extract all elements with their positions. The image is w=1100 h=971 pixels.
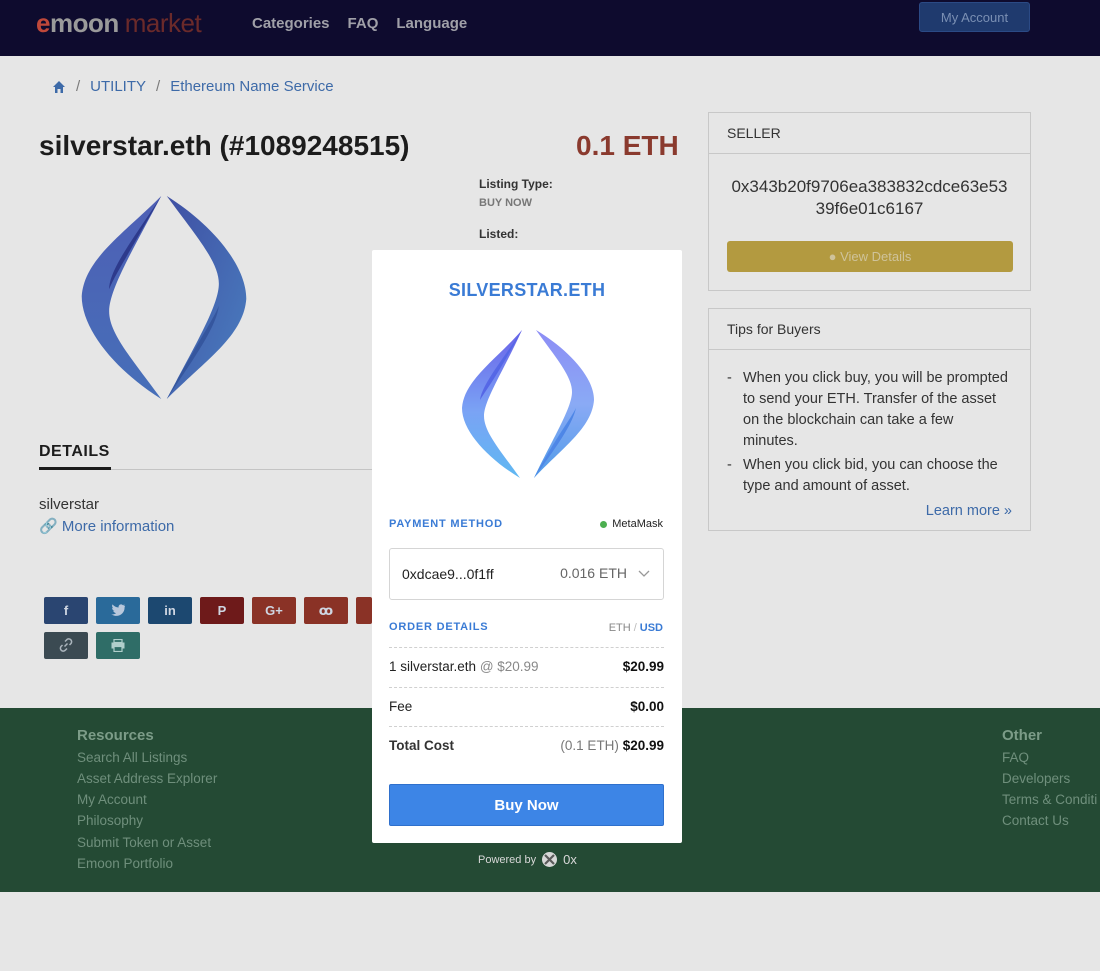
- footer-link[interactable]: Submit Token or Asset: [77, 835, 211, 850]
- line-item-amount: $20.99: [622, 659, 664, 674]
- listing-type-value: BUY NOW: [479, 197, 532, 209]
- share-extra-button[interactable]: [356, 597, 372, 624]
- currency-toggle: ETH / USD: [608, 622, 663, 634]
- breadcrumb-utility[interactable]: UTILITY: [90, 78, 146, 95]
- emoon-logo[interactable]: emoon market: [36, 8, 202, 39]
- seller-heading: SELLER: [709, 113, 1030, 154]
- share-copy-link-button[interactable]: [44, 632, 88, 659]
- tips-panel: Tips for Buyers When you click buy, you …: [708, 308, 1031, 531]
- seller-panel: SELLER 0x343b20f9706ea383832cdce63e5339f…: [708, 112, 1031, 291]
- details-underline: [39, 467, 111, 470]
- order-details-label: ORDER DETAILS: [389, 621, 489, 633]
- tips-heading: Tips for Buyers: [709, 309, 1030, 350]
- home-icon[interactable]: [52, 80, 66, 94]
- breadcrumb: / UTILITY / Ethereum Name Service: [52, 78, 334, 95]
- footer-link[interactable]: FAQ: [1002, 750, 1029, 765]
- list-item: When you click buy, you will be prompted…: [725, 368, 1012, 452]
- link-icon: [59, 638, 73, 652]
- listing-title: silverstar.eth (#1089248515): [39, 130, 410, 161]
- footer-link[interactable]: Search All Listings: [77, 750, 187, 765]
- share-pinterest-button[interactable]: P: [200, 597, 244, 624]
- footer-link[interactable]: Contact Us: [1002, 813, 1069, 828]
- total-amount: $20.99: [622, 738, 664, 753]
- stumbleupon-icon: ꝏ: [318, 603, 334, 618]
- learn-more-link[interactable]: Learn more »: [926, 503, 1012, 519]
- tips-list: When you click buy, you will be prompted…: [709, 350, 1030, 497]
- ens-logo-image: [462, 330, 594, 478]
- share-facebook-button[interactable]: f: [44, 597, 88, 624]
- order-line-item: 1 silverstar.eth @ $20.99 $20.99: [389, 647, 664, 687]
- footer-link[interactable]: Developers: [1002, 771, 1070, 786]
- wallet-select[interactable]: 0xdcae9...0f1ff 0.016 ETH: [389, 548, 664, 600]
- order-fee-row: Fee $0.00: [389, 687, 664, 727]
- facebook-icon: f: [63, 603, 69, 618]
- order-total-row: Total Cost (0.1 ETH) $20.99: [389, 726, 664, 766]
- seller-address: 0x343b20f9706ea383832cdce63e5339f6e01c61…: [731, 177, 1008, 218]
- google-plus-icon: G+: [265, 603, 283, 618]
- footer-link[interactable]: Asset Address Explorer: [77, 771, 217, 786]
- listing-price: 0.1 ETH: [576, 130, 679, 161]
- currency-usd-option[interactable]: USD: [640, 622, 663, 634]
- main-nav: Categories FAQ Language: [252, 15, 467, 32]
- share-twitter-button[interactable]: [96, 597, 140, 624]
- link-icon: 🔗: [39, 518, 58, 535]
- breadcrumb-separator: /: [76, 78, 81, 95]
- share-print-button[interactable]: [96, 632, 140, 659]
- listing-type-label: Listing Type:: [479, 177, 553, 191]
- 0x-logo-icon: [542, 852, 558, 867]
- fee-amount: $0.00: [630, 699, 664, 714]
- breadcrumb-ens[interactable]: Ethereum Name Service: [170, 78, 333, 95]
- share-googleplus-button[interactable]: G+: [252, 597, 296, 624]
- listed-label: Listed:: [479, 227, 519, 241]
- currency-eth-option[interactable]: ETH: [609, 622, 631, 634]
- payment-method-label: PAYMENT METHOD: [389, 518, 503, 530]
- linkedin-icon: in: [164, 603, 176, 618]
- nav-faq[interactable]: FAQ: [348, 15, 379, 32]
- chevron-down-icon: [638, 570, 650, 577]
- top-navbar: emoon market Categories FAQ Language My A…: [0, 0, 1100, 56]
- my-account-button[interactable]: My Account: [919, 2, 1030, 32]
- twitter-icon: [111, 604, 125, 616]
- wallet-address: 0xdcae9...0f1ff: [402, 566, 494, 582]
- ens-logo-image: [81, 196, 247, 399]
- share-stumbleupon-button[interactable]: ꝏ: [304, 597, 348, 624]
- wallet-name: MetaMask: [612, 518, 663, 530]
- modal-title: SILVERSTAR.ETH: [448, 280, 606, 300]
- nav-language[interactable]: Language: [396, 15, 467, 32]
- buy-now-button[interactable]: Buy Now: [389, 784, 664, 826]
- list-item: When you click bid, you can choose the t…: [725, 455, 1012, 497]
- connected-status-icon: [600, 520, 608, 528]
- footer-other-heading: Other: [1002, 727, 1043, 744]
- details-heading: DETAILS: [39, 443, 110, 460]
- checkout-modal: SILVERSTAR.ETH PAYMENT METHOD MetaMask 0…: [372, 250, 682, 843]
- footer-resources-heading: Resources: [77, 727, 154, 744]
- more-information-link[interactable]: 🔗 More information: [39, 517, 174, 535]
- print-icon: [111, 638, 125, 653]
- footer-link[interactable]: Terms & Conditi: [1002, 792, 1097, 807]
- user-icon: ●: [828, 249, 837, 264]
- view-details-button[interactable]: ● View Details: [727, 241, 1013, 272]
- powered-by-0x[interactable]: Powered by 0x: [478, 851, 577, 868]
- nav-categories[interactable]: Categories: [252, 15, 330, 32]
- breadcrumb-separator: /: [156, 78, 161, 95]
- wallet-balance: 0.016 ETH: [560, 565, 627, 581]
- footer-link[interactable]: My Account: [77, 792, 147, 807]
- footer-link[interactable]: Emoon Portfolio: [77, 856, 173, 871]
- details-name: silverstar: [39, 496, 100, 513]
- footer-link[interactable]: Philosophy: [77, 813, 143, 828]
- wallet-status: MetaMask: [600, 518, 663, 530]
- pinterest-icon: P: [217, 603, 227, 618]
- share-linkedin-button[interactable]: in: [148, 597, 192, 624]
